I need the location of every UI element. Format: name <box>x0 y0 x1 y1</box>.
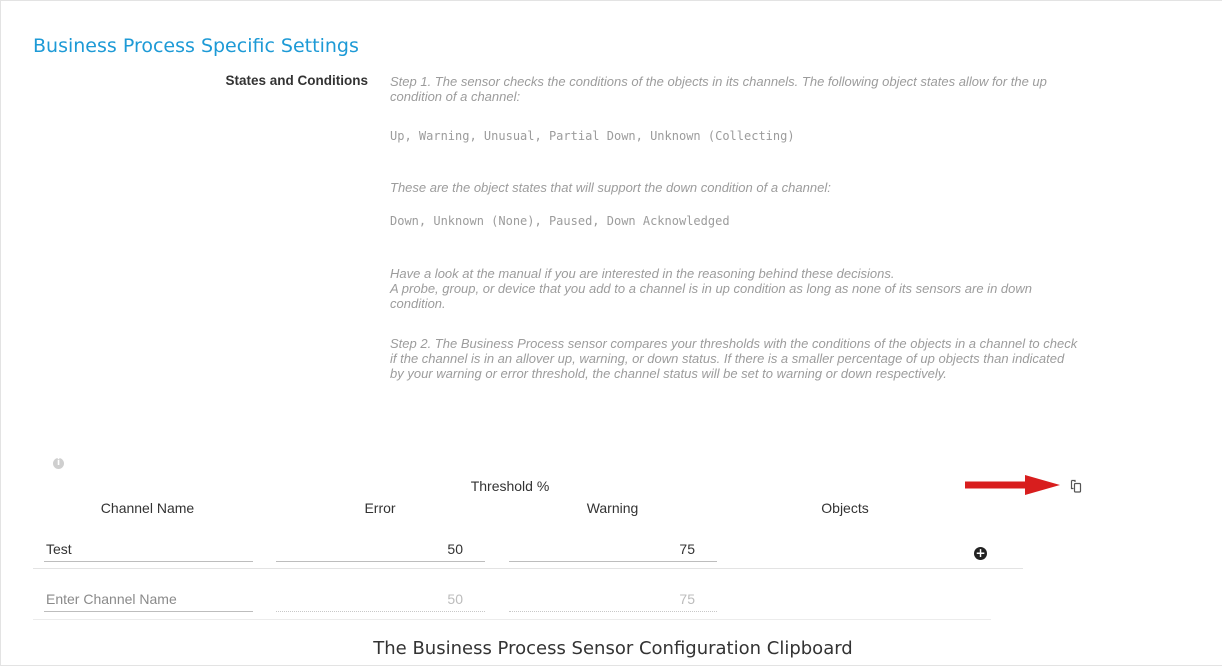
states-conditions-label: States and Conditions <box>225 73 368 88</box>
clipboard-icon[interactable] <box>1067 478 1083 494</box>
add-objects-button[interactable]: + <box>974 547 987 560</box>
objects-header: Objects <box>821 500 869 516</box>
channel-name-input[interactable]: Test <box>44 536 253 562</box>
probe-note-text: A probe, group, or device that you add t… <box>390 281 1032 311</box>
section-heading: Business Process Specific Settings <box>33 35 359 57</box>
channel-name-header: Channel Name <box>100 500 195 516</box>
new-error-threshold-input[interactable]: 50 <box>276 586 485 612</box>
up-states-list: Up, Warning, Unusual, Partial Down, Unkn… <box>390 129 795 143</box>
step2-text: Step 2. The Business Process sensor comp… <box>390 336 1078 381</box>
down-intro-text: These are the object states that will su… <box>390 180 831 195</box>
warning-threshold-input[interactable]: 75 <box>509 536 717 562</box>
error-header: Error <box>364 500 396 516</box>
step1-intro-text: Step 1. The sensor checks the conditions… <box>390 74 1047 104</box>
figure-caption: The Business Process Sensor Configuratio… <box>373 638 853 659</box>
new-channel-name-input[interactable]: Enter Channel Name <box>44 586 253 612</box>
info-icon[interactable]: i <box>53 458 64 469</box>
error-threshold-input[interactable]: 50 <box>276 536 485 562</box>
red-arrow-icon <box>965 475 1060 495</box>
row-divider <box>33 568 1023 569</box>
warning-header: Warning <box>586 500 639 516</box>
down-states-list: Down, Unknown (None), Paused, Down Ackno… <box>390 214 730 228</box>
manual-note-text: Have a look at the manual if you are int… <box>390 266 895 281</box>
threshold-header: Threshold % <box>470 478 550 494</box>
table-bottom-divider <box>33 619 991 620</box>
new-warning-threshold-input[interactable]: 75 <box>509 586 717 612</box>
